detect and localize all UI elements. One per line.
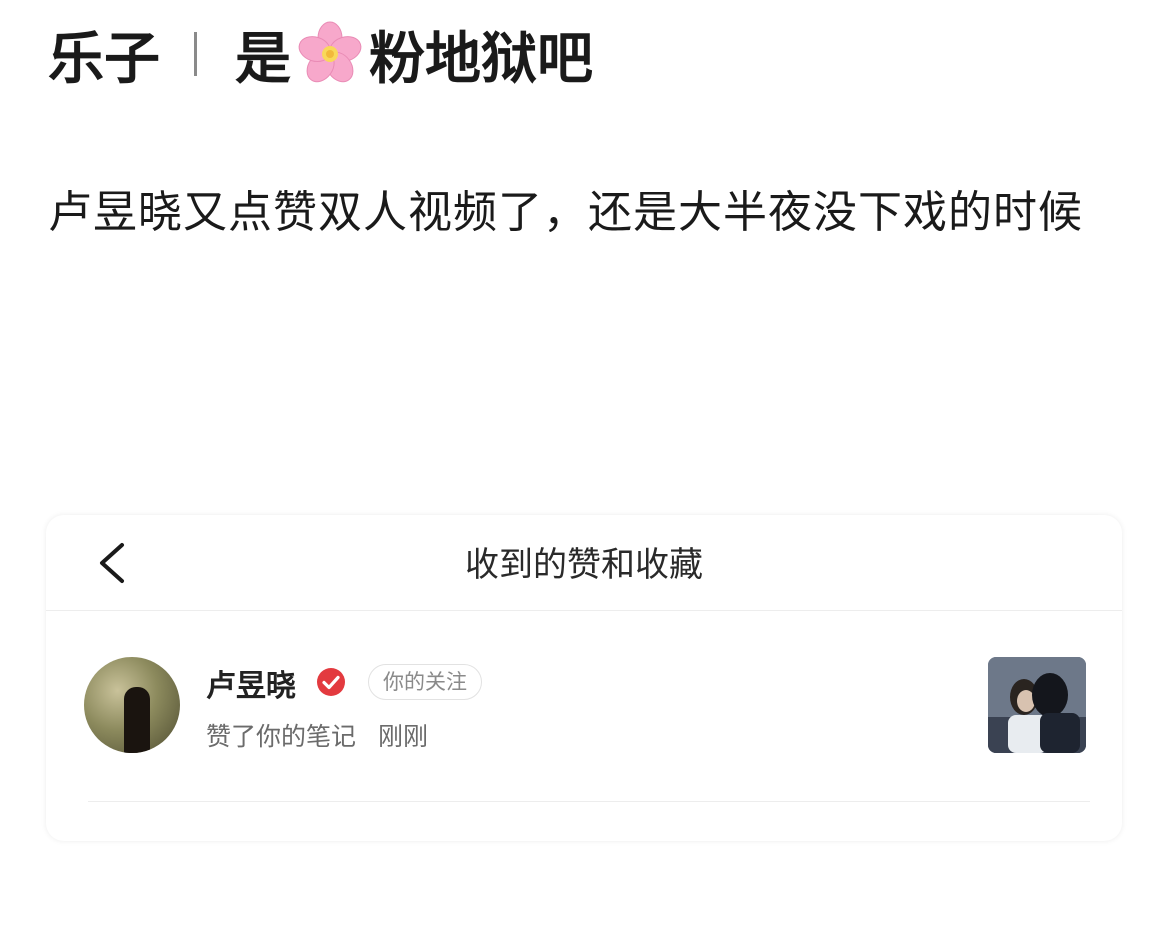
follow-status-tag: 你的关注	[368, 664, 482, 700]
avatar-figure	[124, 687, 150, 753]
topic-suffix: 粉地狱吧	[369, 26, 593, 92]
thumbnail-image	[988, 657, 1086, 753]
avatar[interactable]	[84, 657, 180, 753]
username[interactable]: 卢昱晓	[206, 661, 296, 705]
post-header: 乐子 是 粉地狱吧	[48, 14, 593, 94]
card-nav-title: 收到的赞和收藏	[465, 545, 703, 585]
note-thumbnail[interactable]	[988, 657, 1086, 753]
topic-prefix: 是	[235, 26, 291, 92]
cherry-blossom-icon	[298, 21, 362, 83]
notification-action: 赞了你的笔记 刚刚	[206, 717, 428, 753]
source-name[interactable]: 乐子	[48, 14, 160, 95]
notification-row[interactable]: 卢昱晓 你的关注 赞了你的笔记 刚刚	[46, 611, 1122, 801]
row-divider	[88, 801, 1090, 802]
post-body-text: 卢昱晓又点赞双人视频了，还是大半夜没下戏的时候	[48, 187, 1083, 238]
action-text: 赞了你的笔记	[206, 722, 357, 751]
topic-title[interactable]: 是 粉地狱吧	[235, 14, 593, 95]
timestamp: 刚刚	[378, 722, 429, 751]
card-nav-bar: 收到的赞和收藏	[46, 515, 1122, 611]
title-divider	[194, 32, 197, 76]
notification-screenshot-card: 收到的赞和收藏 卢昱晓 你的关注 赞了你的笔记 刚刚	[46, 515, 1122, 841]
verified-check-icon	[317, 668, 345, 696]
